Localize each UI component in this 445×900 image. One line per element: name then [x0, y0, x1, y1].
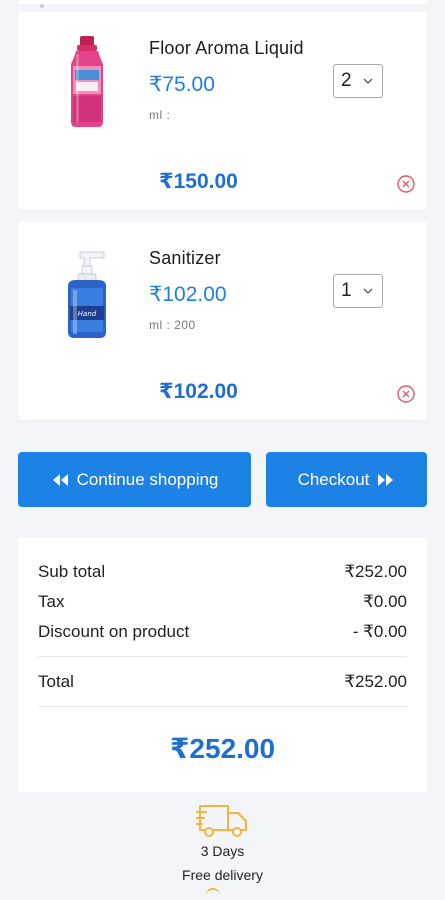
delivery-label: Free delivery — [182, 867, 263, 883]
order-summary: Sub total ₹252.00 Tax ₹0.00 Discount on … — [18, 538, 427, 792]
previous-card-dot — [40, 4, 44, 8]
next-feature-icon — [206, 888, 220, 900]
delivery-days: 3 Days — [200, 843, 245, 859]
double-chevron-left-icon — [52, 473, 68, 486]
pump-bottle-icon: Hand — [68, 251, 106, 338]
divider — [38, 706, 407, 707]
remove-circle-icon[interactable] — [396, 174, 416, 194]
grand-total: ₹252.00 — [169, 733, 276, 764]
remove-circle-icon[interactable] — [396, 384, 416, 404]
subtotal-row: Sub total ₹252.00 — [38, 562, 407, 582]
continue-shopping-button[interactable]: Continue shopping — [18, 452, 251, 507]
delivery-truck-icon — [196, 805, 247, 837]
product-price: ₹102.00 — [149, 283, 227, 306]
quantity-select[interactable]: 1 — [333, 274, 383, 308]
checkout-label: Checkout — [297, 469, 370, 489]
cart-item: Hand Sanitizer ₹102.00 ml : 200 1 ₹102.0… — [18, 222, 427, 420]
product-price: ₹75.00 — [149, 73, 215, 96]
quantity-select[interactable]: 2 — [333, 64, 383, 98]
continue-shopping-label: Continue shopping — [76, 469, 219, 489]
subtotal-value: ₹252.00 — [344, 562, 407, 581]
previous-card-edge — [18, 0, 427, 4]
cart-item: Floor Aroma Liquid ₹75.00 ml : 2 ₹150.00 — [18, 12, 427, 210]
double-chevron-right-icon — [378, 473, 394, 486]
subtotal-label: Sub total — [38, 562, 106, 581]
product-name[interactable]: Floor Aroma Liquid — [149, 38, 304, 59]
pink-bottle-icon — [71, 36, 103, 127]
line-total: ₹150.00 — [159, 170, 238, 193]
tax-value: ₹0.00 — [363, 592, 407, 611]
svg-text:Hand: Hand — [78, 310, 97, 318]
tax-row: Tax ₹0.00 — [38, 592, 407, 612]
line-total: ₹102.00 — [159, 380, 238, 403]
quantity-value: 1 — [341, 280, 352, 301]
chevron-down-icon — [363, 78, 373, 84]
discount-row: Discount on product - ₹0.00 — [38, 622, 407, 642]
divider — [38, 656, 407, 657]
total-row: Total ₹252.00 — [38, 672, 407, 692]
product-name[interactable]: Sanitizer — [149, 248, 221, 269]
total-label: Total — [38, 672, 74, 691]
chevron-down-icon — [363, 288, 373, 294]
product-meta: ml : — [149, 108, 171, 122]
total-value: ₹252.00 — [344, 672, 407, 691]
discount-value: - ₹0.00 — [352, 622, 407, 641]
quantity-value: 2 — [341, 70, 352, 91]
product-meta: ml : 200 — [149, 318, 196, 332]
tax-label: Tax — [38, 592, 65, 611]
discount-label: Discount on product — [38, 622, 190, 641]
checkout-button[interactable]: Checkout — [266, 452, 427, 507]
